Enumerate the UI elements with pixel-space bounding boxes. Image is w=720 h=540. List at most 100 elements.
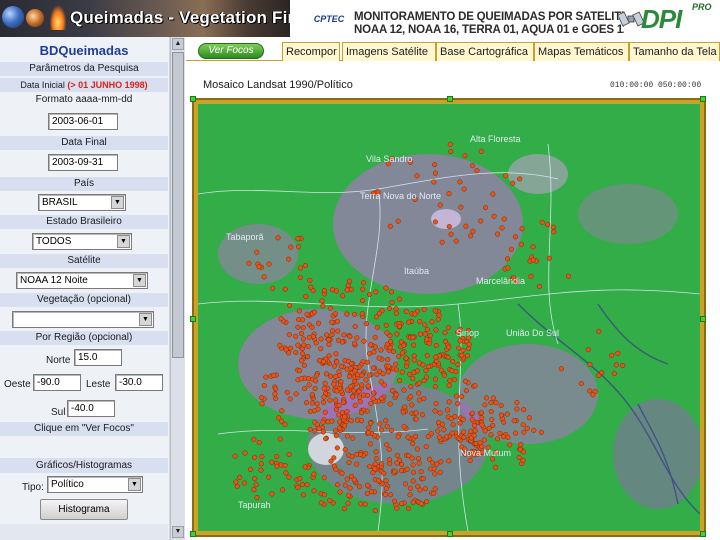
fire-marker <box>344 311 350 317</box>
fire-marker <box>342 482 348 488</box>
type-select[interactable]: Político ▼ <box>47 476 143 493</box>
satellite-select[interactable]: NOAA 12 Noite ▼ <box>16 272 148 289</box>
fire-marker <box>316 320 322 326</box>
resize-handle[interactable] <box>447 96 453 102</box>
map-canvas[interactable]: Vila Sandro Alta Floresta Terra Nova do … <box>198 104 700 531</box>
fire-marker <box>494 231 501 237</box>
fire-marker <box>307 426 313 433</box>
fire-marker <box>350 435 356 441</box>
fire-marker <box>387 401 393 407</box>
resize-handle[interactable] <box>700 531 706 537</box>
start-date-input[interactable]: 2003-06-01 <box>48 113 118 130</box>
fire-marker <box>391 498 398 504</box>
fire-marker <box>298 376 304 382</box>
resize-handle[interactable] <box>190 531 196 537</box>
fire-marker <box>422 331 428 337</box>
tab-thematic-maps[interactable]: Mapas Temáticos <box>534 42 629 61</box>
fire-marker <box>295 484 301 491</box>
country-select[interactable]: BRASIL ▼ <box>38 194 126 211</box>
tab-cartographic-base[interactable]: Base Cartográfica <box>436 42 534 61</box>
fire-globe-icon <box>26 9 44 27</box>
fire-marker <box>490 191 496 197</box>
tab-recompor[interactable]: Recompor <box>282 42 340 61</box>
place-label: Alta Floresta <box>470 134 521 144</box>
chevron-down-icon[interactable]: ▼ <box>139 313 152 326</box>
scrollbar-thumb[interactable] <box>172 52 184 358</box>
fire-marker <box>437 410 443 416</box>
fire-marker <box>233 479 239 485</box>
fire-marker <box>336 425 343 431</box>
panel-scrollbar[interactable]: ▲ ▼ <box>170 37 185 540</box>
end-date-input[interactable]: 2003-09-31 <box>48 154 118 171</box>
fire-marker <box>435 316 441 322</box>
state-select[interactable]: TODOS ▼ <box>32 233 132 250</box>
fire-marker <box>488 432 494 438</box>
fire-marker <box>411 357 417 363</box>
fire-marker <box>335 337 341 343</box>
fire-marker <box>311 471 317 477</box>
fire-marker <box>455 362 461 368</box>
fire-marker <box>278 316 284 322</box>
fire-marker <box>383 322 389 328</box>
monitoring-heading-line1: MONITORAMENTO DE QUEIMADAS POR SATÉLITE <box>354 11 624 23</box>
west-input[interactable]: -90.0 <box>33 374 81 391</box>
tab-screen-size[interactable]: Tamanho da Tela <box>629 42 720 61</box>
chevron-down-icon[interactable]: ▼ <box>117 235 130 248</box>
fire-marker <box>470 228 476 234</box>
tab-satellite-images[interactable]: Imagens Satélite <box>342 42 436 61</box>
fire-marker <box>266 261 272 267</box>
resize-handle[interactable] <box>190 316 196 322</box>
fire-marker <box>401 424 407 430</box>
fire-marker <box>524 425 530 431</box>
resize-handle[interactable] <box>700 316 706 322</box>
fire-marker <box>519 226 525 232</box>
histogram-button[interactable]: Histograma <box>40 499 128 520</box>
east-input[interactable]: -30.0 <box>115 374 163 391</box>
view-fires-button[interactable]: Ver Focos <box>198 43 264 59</box>
fire-marker <box>421 395 427 402</box>
fire-marker <box>444 407 451 413</box>
fire-marker <box>296 317 302 323</box>
fire-marker <box>410 462 416 468</box>
fire-marker <box>329 328 336 334</box>
fire-marker <box>446 399 452 405</box>
fire-marker <box>426 456 433 462</box>
fire-marker <box>442 330 448 336</box>
chevron-down-icon[interactable]: ▼ <box>128 478 141 491</box>
fire-marker <box>333 428 339 434</box>
chevron-down-icon[interactable]: ▼ <box>111 196 124 209</box>
fire-marker <box>368 489 375 495</box>
vegetation-select[interactable]: ▼ <box>12 311 154 328</box>
fire-marker <box>274 463 280 469</box>
fire-marker <box>309 324 315 330</box>
resize-handle[interactable] <box>190 96 196 102</box>
fire-marker <box>251 436 257 442</box>
chevron-down-icon[interactable]: ▼ <box>133 274 146 287</box>
fire-marker <box>302 385 308 392</box>
north-label: Norte <box>46 355 71 366</box>
scroll-down-icon[interactable]: ▼ <box>172 526 184 538</box>
south-input[interactable]: -40.0 <box>67 400 115 417</box>
fire-marker <box>393 306 399 312</box>
fire-marker <box>424 499 430 505</box>
fire-marker <box>521 429 527 435</box>
fire-marker <box>501 216 507 222</box>
fire-marker <box>366 372 372 378</box>
resize-handle[interactable] <box>447 531 453 537</box>
fire-marker <box>360 298 366 304</box>
app-window: { "banner": { "title": "Queimadas - Vege… <box>0 0 720 540</box>
fire-marker <box>464 353 470 359</box>
resize-handle[interactable] <box>700 96 706 102</box>
north-input[interactable]: 15.0 <box>74 349 122 366</box>
fire-marker <box>450 359 456 365</box>
fire-marker <box>293 391 299 397</box>
fire-marker <box>384 330 390 336</box>
fire-marker <box>336 402 342 409</box>
satellite-map[interactable]: Vila Sandro Alta Floresta Terra Nova do … <box>198 104 700 531</box>
fire-marker <box>349 454 355 460</box>
fire-marker <box>511 418 517 424</box>
fire-marker <box>288 244 294 250</box>
fire-marker <box>536 283 543 289</box>
scroll-up-icon[interactable]: ▲ <box>172 38 184 50</box>
fire-marker <box>365 430 371 436</box>
